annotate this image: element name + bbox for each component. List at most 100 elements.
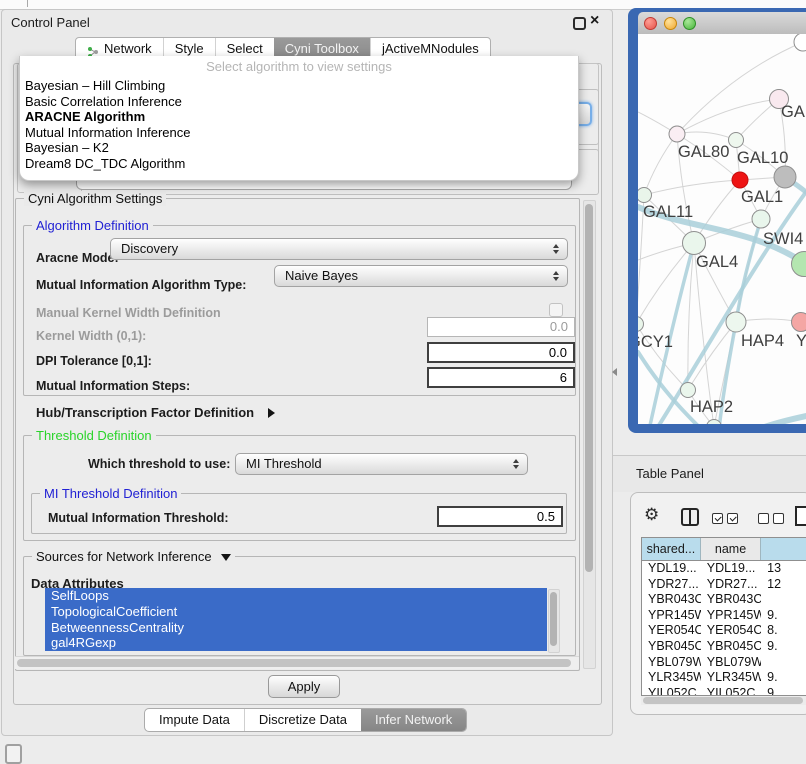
algorithm-dropdown-placeholder: Select algorithm to view settings [20, 56, 578, 78]
table-column-header[interactable]: shared... [642, 538, 701, 560]
settings-vertical-scrollbar[interactable] [583, 200, 596, 669]
network-edge[interactable] [644, 134, 677, 195]
tab-impute-data[interactable]: Impute Data [145, 709, 244, 731]
attribute-item[interactable]: SelfLoops [45, 588, 547, 604]
minimize-window-icon[interactable] [664, 17, 677, 30]
gear-icon[interactable]: ⚙ [644, 506, 659, 524]
aracne-mode-select[interactable]: Discovery [110, 238, 568, 260]
attribute-item[interactable]: gal4RGexp [45, 635, 547, 651]
algorithm-option[interactable]: Basic Correlation Inference [25, 94, 578, 110]
network-edge-highlighted[interactable] [757, 416, 806, 424]
network-node-label: GAL80 [678, 143, 729, 161]
float-window-icon[interactable] [573, 17, 586, 30]
table-panel-title: Table Panel [636, 466, 704, 481]
table-row[interactable]: YBL079WYBL079W [642, 655, 806, 671]
algorithm-option[interactable]: Dream8 DC_TDC Algorithm [25, 156, 578, 172]
algorithm-definition-title: Algorithm Definition [32, 218, 153, 233]
network-node[interactable] [774, 166, 796, 188]
algorithm-option[interactable]: Bayesian – K2 [25, 140, 578, 156]
node-table[interactable]: shared...name YDL19...YDL19...13YDR27...… [641, 537, 806, 696]
table-cell: 9 [761, 686, 806, 696]
split-pane-handle[interactable] [612, 368, 617, 376]
spinner-arrows-icon [513, 459, 519, 469]
cyni-algorithm-settings-title: Cyni Algorithm Settings [24, 191, 166, 206]
mi-steps-input[interactable]: 6 [427, 367, 575, 388]
network-node[interactable] [638, 188, 652, 203]
network-node[interactable] [729, 133, 744, 148]
network-window-titlebar[interactable] [638, 12, 806, 35]
table-horizontal-scrollbar[interactable] [641, 696, 806, 705]
tab-infer-network[interactable]: Infer Network [361, 709, 466, 731]
network-edge[interactable] [638, 243, 694, 324]
table-horizontal-scrollbar-thumb[interactable] [643, 697, 803, 704]
hub-definition-expander[interactable]: Hub/Transcription Factor Definition [36, 404, 275, 422]
table-row[interactable]: YDR27...YDR27...12 [642, 577, 806, 593]
control-panel: Control Panel × Network Style Select Cyn… [1, 9, 613, 736]
spinner-arrows-icon [553, 244, 559, 254]
zoom-window-icon[interactable] [683, 17, 696, 30]
select-all-checkboxes-icon[interactable] [712, 511, 742, 529]
network-icon [87, 43, 99, 55]
network-node[interactable] [732, 172, 748, 188]
network-node[interactable] [792, 313, 806, 332]
table-column-header[interactable]: name [701, 538, 761, 560]
dpi-tolerance-input[interactable]: 0.0 [427, 342, 575, 363]
network-edge[interactable] [677, 132, 736, 140]
table-row[interactable]: YER054CYER054C8. [642, 623, 806, 639]
settings-horizontal-scrollbar[interactable] [15, 656, 579, 669]
mi-algorithm-type-value: Naive Bayes [275, 266, 567, 286]
desktop: { "colors": { "selection_blue": "#3a6bc8… [0, 0, 806, 762]
attribute-item[interactable]: BetweennessCentrality [45, 620, 547, 636]
table-row[interactable]: YLR345WYLR345W9. [642, 670, 806, 686]
table-cell: YBR043C [701, 592, 761, 608]
network-node[interactable] [794, 34, 806, 51]
which-threshold-select[interactable]: MI Threshold [235, 453, 528, 475]
which-threshold-value: MI Threshold [236, 454, 527, 474]
sources-title-wrap[interactable]: Sources for Network Inference [32, 549, 235, 564]
deselect-all-checkboxes-icon[interactable] [758, 511, 788, 529]
data-attributes-list[interactable]: SelfLoopsTopologicalCoefficientBetweenne… [45, 588, 547, 651]
algorithm-option[interactable]: Mutual Information Inference [25, 125, 578, 141]
manual-kernel-width-checkbox[interactable] [549, 303, 563, 317]
table-row[interactable]: YIL052CYIL052C9 [642, 686, 806, 696]
attribute-item[interactable]: TopologicalCoefficient [45, 604, 547, 620]
table-cell: YDL19... [642, 561, 701, 577]
document-icon[interactable] [795, 506, 806, 526]
table-cell: 9. [761, 670, 806, 686]
table-row[interactable]: YBR043CYBR043C [642, 592, 806, 608]
attributes-scrollbar[interactable] [548, 589, 560, 653]
grid-toggle-icon[interactable] [5, 744, 22, 764]
mi-threshold-input[interactable]: 0.5 [437, 506, 563, 527]
network-edge[interactable] [644, 180, 740, 195]
aracne-mode-value: Discovery [111, 239, 567, 259]
algorithm-option[interactable]: Bayesian – Hill Climbing [25, 78, 578, 94]
apply-button[interactable]: Apply [268, 675, 340, 698]
table-column-header[interactable] [761, 538, 806, 560]
mi-algorithm-type-select[interactable]: Naive Bayes [274, 265, 568, 287]
table-cell: 9. [761, 608, 806, 624]
settings-horizontal-scrollbar-thumb[interactable] [17, 659, 571, 667]
bottom-tabs: Impute Data Discretize Data Infer Networ… [144, 708, 467, 732]
columns-icon[interactable] [681, 508, 699, 526]
network-canvas[interactable]: GALGAL80GAL10GAL1GAL11SWI4GAL4GCY1HAP4YH… [638, 34, 806, 424]
algorithm-option[interactable]: ARACNE Algorithm [25, 109, 578, 125]
network-node[interactable] [681, 383, 696, 398]
table-panel-band: Table Panel [613, 455, 806, 492]
network-node[interactable] [726, 312, 746, 332]
network-node[interactable] [752, 210, 770, 228]
close-window-icon[interactable] [644, 17, 657, 30]
network-edge[interactable] [677, 99, 779, 134]
table-row[interactable]: YDL19...YDL19...13 [642, 561, 806, 577]
network-node-label: GAL10 [737, 149, 788, 167]
table-row[interactable]: YPR145WYPR145W9. [642, 608, 806, 624]
threshold-definition-title: Threshold Definition [32, 428, 156, 443]
tab-discretize-data[interactable]: Discretize Data [244, 709, 361, 731]
table-row[interactable]: YBR045CYBR045C9. [642, 639, 806, 655]
kernel-width-input[interactable]: 0.0 [427, 317, 575, 337]
network-node[interactable] [669, 126, 685, 142]
close-icon[interactable]: × [590, 12, 599, 30]
network-node[interactable] [683, 232, 706, 255]
settings-vertical-scrollbar-thumb[interactable] [585, 204, 593, 572]
attributes-scrollbar-thumb[interactable] [550, 592, 557, 646]
network-node[interactable] [638, 317, 644, 332]
